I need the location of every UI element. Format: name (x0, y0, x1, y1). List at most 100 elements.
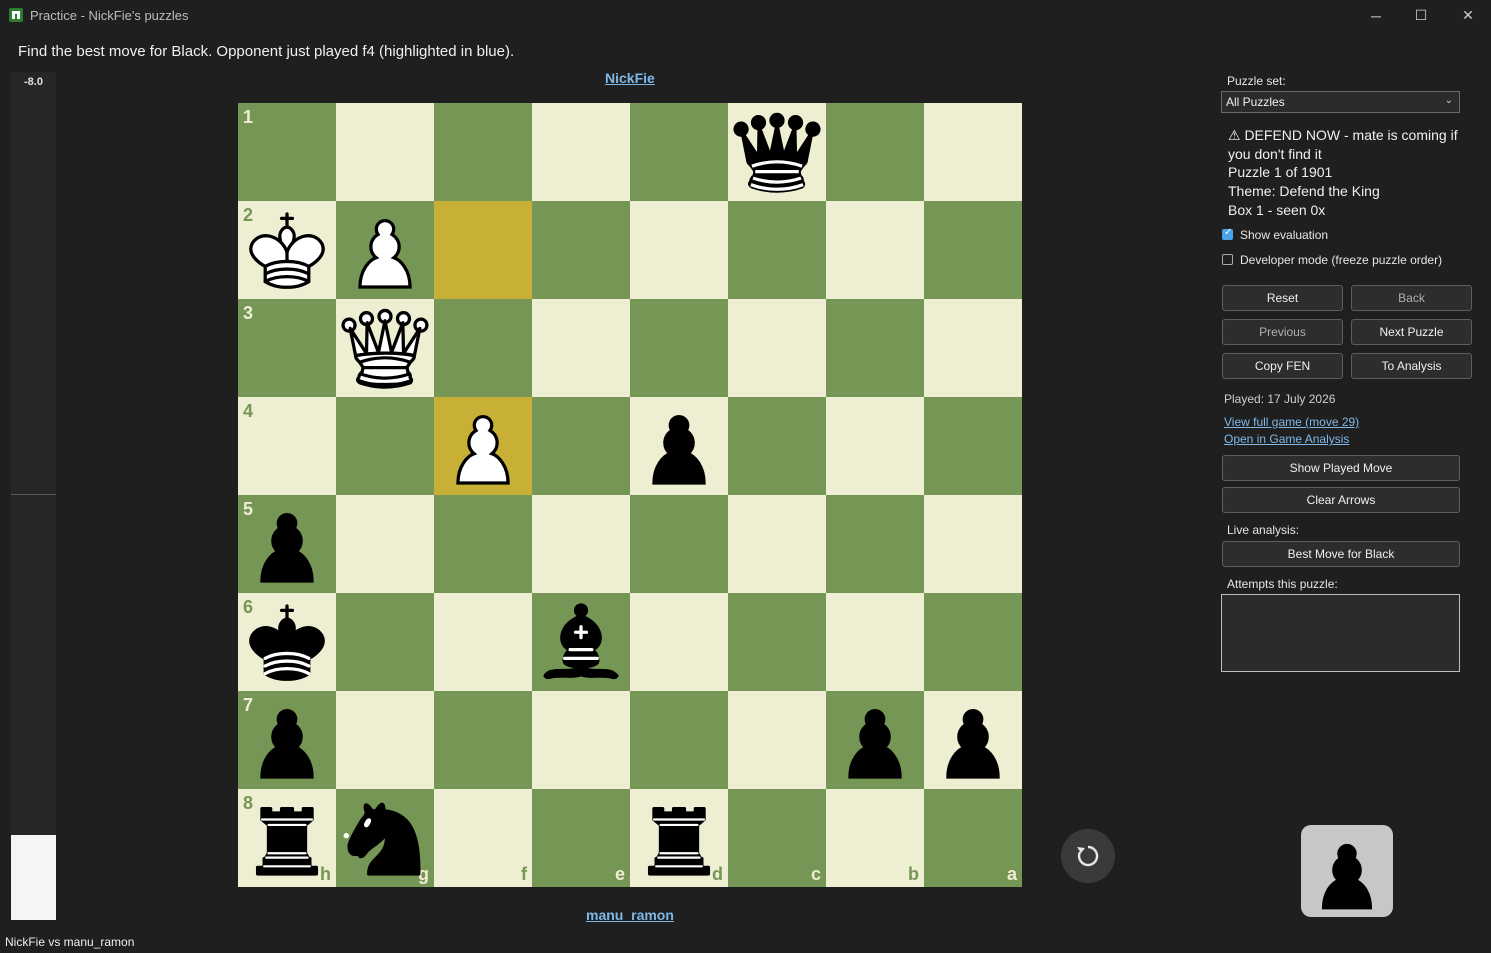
square-e1[interactable] (532, 103, 630, 201)
white-king-icon[interactable] (238, 201, 336, 299)
copy-fen-button[interactable]: Copy FEN (1222, 353, 1343, 379)
square-e3[interactable] (532, 299, 630, 397)
square-f7[interactable] (434, 691, 532, 789)
black-pawn-icon[interactable] (238, 495, 336, 593)
square-e2[interactable] (532, 201, 630, 299)
minimize-icon[interactable]: ─ (1353, 0, 1399, 31)
square-b1[interactable] (826, 103, 924, 201)
black-bishop-icon[interactable] (532, 593, 630, 691)
square-a5[interactable] (924, 495, 1022, 593)
square-d2[interactable] (630, 201, 728, 299)
square-g1[interactable] (336, 103, 434, 201)
maximize-icon[interactable]: ☐ (1398, 0, 1444, 31)
square-b4[interactable] (826, 397, 924, 495)
white-queen-icon[interactable] (336, 299, 434, 397)
puzzle-set-select[interactable]: All Puzzles ⌄ (1221, 91, 1460, 113)
black-pawn-icon[interactable] (826, 691, 924, 789)
square-c2[interactable] (728, 201, 826, 299)
square-b8[interactable]: b (826, 789, 924, 887)
square-c7[interactable] (728, 691, 826, 789)
square-a6[interactable] (924, 593, 1022, 691)
back-button[interactable]: Back (1351, 285, 1472, 311)
square-f6[interactable] (434, 593, 532, 691)
square-b2[interactable] (826, 201, 924, 299)
square-d4[interactable] (630, 397, 728, 495)
square-c4[interactable] (728, 397, 826, 495)
black-pawn-icon[interactable] (238, 691, 336, 789)
square-a2[interactable] (924, 201, 1022, 299)
square-b7[interactable] (826, 691, 924, 789)
open-game-analysis-link[interactable]: Open in Game Analysis (1224, 432, 1349, 446)
square-g3[interactable] (336, 299, 434, 397)
view-full-game-link[interactable]: View full game (move 29) (1224, 415, 1359, 429)
square-g5[interactable] (336, 495, 434, 593)
square-a8[interactable]: a (924, 789, 1022, 887)
square-d3[interactable] (630, 299, 728, 397)
to-analysis-button[interactable]: To Analysis (1351, 353, 1472, 379)
reset-button[interactable]: Reset (1222, 285, 1343, 311)
square-h3[interactable]: 3 (238, 299, 336, 397)
square-g8[interactable]: g (336, 789, 434, 887)
black-knight-icon[interactable] (336, 789, 434, 887)
best-move-button[interactable]: Best Move for Black (1222, 541, 1460, 567)
square-d7[interactable] (630, 691, 728, 789)
previous-button[interactable]: Previous (1222, 319, 1343, 345)
square-g6[interactable] (336, 593, 434, 691)
square-f3[interactable] (434, 299, 532, 397)
square-c8[interactable]: c (728, 789, 826, 887)
square-a7[interactable] (924, 691, 1022, 789)
square-e5[interactable] (532, 495, 630, 593)
black-queen-icon[interactable] (728, 103, 826, 201)
white-pawn-icon[interactable] (434, 397, 532, 495)
square-a4[interactable] (924, 397, 1022, 495)
square-c6[interactable] (728, 593, 826, 691)
black-king-icon[interactable] (238, 593, 336, 691)
black-pawn-icon[interactable] (630, 397, 728, 495)
square-f4[interactable] (434, 397, 532, 495)
square-b5[interactable] (826, 495, 924, 593)
square-e6[interactable] (532, 593, 630, 691)
square-a1[interactable] (924, 103, 1022, 201)
square-b3[interactable] (826, 299, 924, 397)
square-b6[interactable] (826, 593, 924, 691)
square-g4[interactable] (336, 397, 434, 495)
square-h7[interactable]: 7 (238, 691, 336, 789)
bottom-player-link[interactable]: manu_ramon (586, 907, 674, 923)
square-h4[interactable]: 4 (238, 397, 336, 495)
white-pawn-icon[interactable] (336, 201, 434, 299)
developer-mode-checkbox[interactable] (1222, 254, 1233, 265)
square-d8[interactable]: d (630, 789, 728, 887)
square-g2[interactable] (336, 201, 434, 299)
square-h6[interactable]: 6 (238, 593, 336, 691)
square-d5[interactable] (630, 495, 728, 593)
top-player-link[interactable]: NickFie (605, 70, 655, 86)
square-d6[interactable] (630, 593, 728, 691)
square-e4[interactable] (532, 397, 630, 495)
square-f8[interactable]: f (434, 789, 532, 887)
next-puzzle-button[interactable]: Next Puzzle (1351, 319, 1472, 345)
show-evaluation-checkbox[interactable] (1222, 227, 1233, 240)
clear-arrows-button[interactable]: Clear Arrows (1222, 487, 1460, 513)
square-g7[interactable] (336, 691, 434, 789)
show-played-move-button[interactable]: Show Played Move (1222, 455, 1460, 481)
square-h1[interactable]: 1 (238, 103, 336, 201)
black-rook-icon[interactable] (630, 789, 728, 887)
close-icon[interactable]: ✕ (1445, 0, 1491, 31)
square-f1[interactable] (434, 103, 532, 201)
square-c5[interactable] (728, 495, 826, 593)
square-h8[interactable]: 8h (238, 789, 336, 887)
square-h5[interactable]: 5 (238, 495, 336, 593)
flip-board-button[interactable] (1061, 829, 1115, 883)
square-d1[interactable] (630, 103, 728, 201)
square-c3[interactable] (728, 299, 826, 397)
black-pawn-icon[interactable] (924, 691, 1022, 789)
square-e8[interactable]: e (532, 789, 630, 887)
square-h2[interactable]: 2 (238, 201, 336, 299)
square-c1[interactable] (728, 103, 826, 201)
chess-board[interactable]: 1 2 3 4 5678hg f ed c b a (238, 103, 1022, 887)
square-a3[interactable] (924, 299, 1022, 397)
square-f2[interactable] (434, 201, 532, 299)
black-rook-icon[interactable] (238, 789, 336, 887)
square-e7[interactable] (532, 691, 630, 789)
square-f5[interactable] (434, 495, 532, 593)
